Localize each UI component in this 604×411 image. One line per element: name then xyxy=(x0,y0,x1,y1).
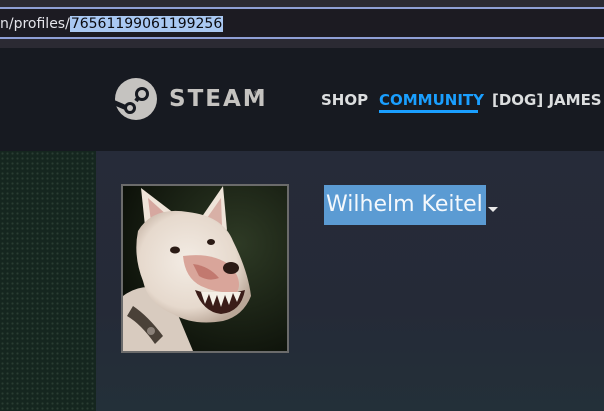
steam-logo-trademark: ® xyxy=(253,90,259,97)
steam-header: STEAM ® SHOP COMMUNITY [DOG] JAMES T xyxy=(0,48,604,151)
persona-name[interactable]: Wilhelm Keitel xyxy=(324,185,486,225)
steam-logo-icon[interactable] xyxy=(114,77,158,121)
nav-user-profile[interactable]: [DOG] JAMES T xyxy=(492,90,604,110)
dog-avatar-image xyxy=(123,186,287,351)
address-bar[interactable]: n/profiles/76561199061199256 xyxy=(0,7,604,39)
url-selected-text: 76561199061199256 xyxy=(69,16,224,32)
profile-avatar[interactable] xyxy=(121,184,289,353)
nav-community[interactable]: COMMUNITY xyxy=(379,90,484,110)
address-bar-url[interactable]: n/profiles/76561199061199256 xyxy=(0,16,224,32)
url-prefix: n/profiles/ xyxy=(0,16,70,32)
nav-shop[interactable]: SHOP xyxy=(321,90,368,110)
browser-toolbar: n/profiles/76561199061199256 xyxy=(0,0,604,48)
nav-community-active-underline xyxy=(379,110,478,113)
profile-side-pattern xyxy=(0,151,96,411)
caret-down-icon[interactable] xyxy=(488,207,498,212)
